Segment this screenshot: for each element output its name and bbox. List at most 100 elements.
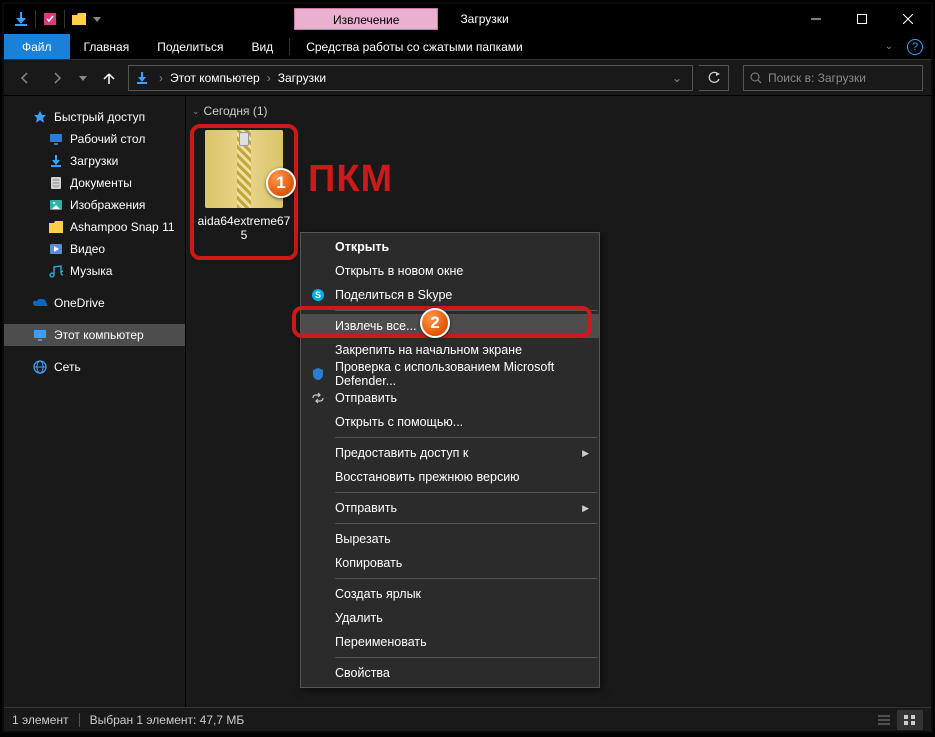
sidebar-downloads[interactable]: Загрузки	[4, 150, 185, 172]
sidebar-item-label: Сеть	[54, 360, 81, 374]
icons-view-icon[interactable]	[897, 710, 923, 730]
pc-icon	[32, 327, 48, 343]
ctx-send-to[interactable]: Отправить▶	[301, 496, 599, 520]
ctx-open-with[interactable]: Открыть с помощью...	[301, 410, 599, 434]
ribbon-view-tab[interactable]: Вид	[237, 34, 287, 59]
ctx-label: Свойства	[335, 666, 390, 680]
ctx-extract-all[interactable]: Извлечь все...	[301, 314, 599, 338]
ctx-open-new-window[interactable]: Открыть в новом окне	[301, 259, 599, 283]
ctx-defender[interactable]: Проверка с использованием Microsoft Defe…	[301, 362, 599, 386]
ctx-create-shortcut[interactable]: Создать ярлык	[301, 582, 599, 606]
sidebar-item-label: Ashampoo Snap 11	[70, 220, 175, 234]
ribbon-file-tab[interactable]: Файл	[4, 34, 70, 59]
address-dropdown-icon[interactable]: ⌄	[666, 71, 688, 85]
new-folder-icon[interactable]	[68, 8, 90, 30]
ctx-delete[interactable]: Удалить	[301, 606, 599, 630]
breadcrumb-root[interactable]: Этот компьютер	[167, 71, 263, 85]
ctx-skype[interactable]: S Поделиться в Skype	[301, 283, 599, 307]
sidebar-music[interactable]: Музыка	[4, 260, 185, 282]
ribbon-share-tab[interactable]: Поделиться	[143, 34, 237, 59]
maximize-button[interactable]	[839, 4, 885, 34]
sidebar-videos[interactable]: Видео	[4, 238, 185, 260]
ctx-rename[interactable]: Переименовать	[301, 630, 599, 654]
minimize-button[interactable]	[793, 4, 839, 34]
ribbon-home-tab[interactable]: Главная	[70, 34, 144, 59]
ctx-properties[interactable]: Свойства	[301, 661, 599, 685]
sidebar-documents[interactable]: Документы	[4, 172, 185, 194]
ctx-label: Закрепить на начальном экране	[335, 343, 522, 357]
ctx-label: Проверка с использованием Microsoft Defe…	[335, 360, 599, 388]
ctx-label: Создать ярлык	[335, 587, 421, 601]
annotation-text-pkm: ПКМ	[308, 158, 393, 201]
music-icon	[48, 263, 64, 279]
recent-dropdown-icon[interactable]	[76, 65, 90, 91]
chevron-right-icon: ▶	[582, 448, 589, 459]
qat-dropdown-icon[interactable]	[90, 8, 104, 30]
sidebar-item-label: Загрузки	[70, 154, 118, 168]
zip-file-icon	[205, 130, 283, 208]
ctx-label: Удалить	[335, 611, 383, 625]
sidebar-pictures[interactable]: Изображения	[4, 194, 185, 216]
onedrive-icon	[32, 295, 48, 311]
ribbon-compressed-tab[interactable]: Средства работы со сжатыми папками	[292, 34, 537, 59]
group-header-today[interactable]: ⌄ Сегодня (1)	[190, 104, 931, 118]
close-button[interactable]	[885, 4, 931, 34]
back-button[interactable]	[12, 65, 38, 91]
properties-icon[interactable]	[39, 8, 61, 30]
file-name-label: aida64extreme675	[196, 214, 292, 242]
ctx-pin-start[interactable]: Закрепить на начальном экране	[301, 338, 599, 362]
sidebar-item-label: Видео	[70, 242, 105, 256]
details-view-icon[interactable]	[871, 710, 897, 730]
chevron-right-icon: ▶	[582, 503, 589, 514]
sidebar-onedrive[interactable]: OneDrive	[4, 292, 185, 314]
address-bar[interactable]: › Этот компьютер › Загрузки ⌄	[128, 65, 693, 91]
sidebar-desktop[interactable]: Рабочий стол	[4, 128, 185, 150]
search-icon	[750, 72, 762, 84]
documents-icon	[48, 175, 64, 191]
skype-icon: S	[309, 286, 327, 304]
shield-icon	[309, 365, 327, 383]
ctx-cut[interactable]: Вырезать	[301, 527, 599, 551]
sidebar-item-label: Быстрый доступ	[54, 110, 145, 124]
chevron-right-icon[interactable]: ›	[155, 71, 167, 85]
ctx-open[interactable]: Открыть	[301, 235, 599, 259]
sidebar-this-pc[interactable]: Этот компьютер	[4, 324, 185, 346]
sidebar-network[interactable]: Сеть	[4, 356, 185, 378]
ribbon-expand-icon[interactable]: ⌄	[885, 41, 893, 52]
ctx-restore-prev[interactable]: Восстановить прежнюю версию	[301, 465, 599, 489]
sidebar-item-label: Этот компьютер	[54, 328, 144, 342]
content-pane[interactable]: ⌄ Сегодня (1) aida64extreme675 1 ПКМ Отк…	[186, 96, 931, 707]
folder-app-icon	[10, 8, 32, 30]
ctx-label: Вырезать	[335, 532, 391, 546]
refresh-button[interactable]	[699, 65, 729, 91]
ctx-label: Извлечь все...	[335, 319, 417, 333]
chevron-right-icon[interactable]: ›	[263, 71, 275, 85]
file-item-zip[interactable]: aida64extreme675	[196, 130, 292, 242]
status-bar: 1 элемент Выбран 1 элемент: 47,7 МБ	[4, 707, 931, 731]
sidebar-item-label: Документы	[70, 176, 132, 190]
status-item-count: 1 элемент	[12, 713, 69, 727]
up-button[interactable]	[96, 65, 122, 91]
ctx-give-access[interactable]: Предоставить доступ к▶	[301, 441, 599, 465]
share-icon	[309, 389, 327, 407]
ctx-copy[interactable]: Копировать	[301, 551, 599, 575]
downloads-folder-icon	[133, 69, 151, 87]
group-label: Сегодня (1)	[204, 104, 268, 118]
navigation-pane: Быстрый доступ Рабочий стол Загрузки Док…	[4, 96, 186, 707]
help-icon[interactable]: ?	[907, 39, 923, 55]
ctx-label: Открыть	[335, 240, 389, 254]
sidebar-quick-access[interactable]: Быстрый доступ	[4, 106, 185, 128]
sidebar-ashampoo[interactable]: Ashampoo Snap 11	[4, 216, 185, 238]
search-input[interactable]: Поиск в: Загрузки	[743, 65, 923, 91]
ctx-label: Переименовать	[335, 635, 427, 649]
ctx-share[interactable]: Отправить	[301, 386, 599, 410]
network-icon	[32, 359, 48, 375]
star-icon	[32, 109, 48, 125]
breadcrumb-folder[interactable]: Загрузки	[275, 71, 329, 85]
navigation-bar: › Этот компьютер › Загрузки ⌄ Поиск в: З…	[4, 60, 931, 96]
chevron-down-icon: ⌄	[192, 106, 200, 117]
explorer-window: Извлечение Загрузки Файл Главная Поделит…	[4, 4, 931, 731]
forward-button[interactable]	[44, 65, 70, 91]
ctx-label: Открыть с помощью...	[335, 415, 463, 429]
downloads-icon	[48, 153, 64, 169]
